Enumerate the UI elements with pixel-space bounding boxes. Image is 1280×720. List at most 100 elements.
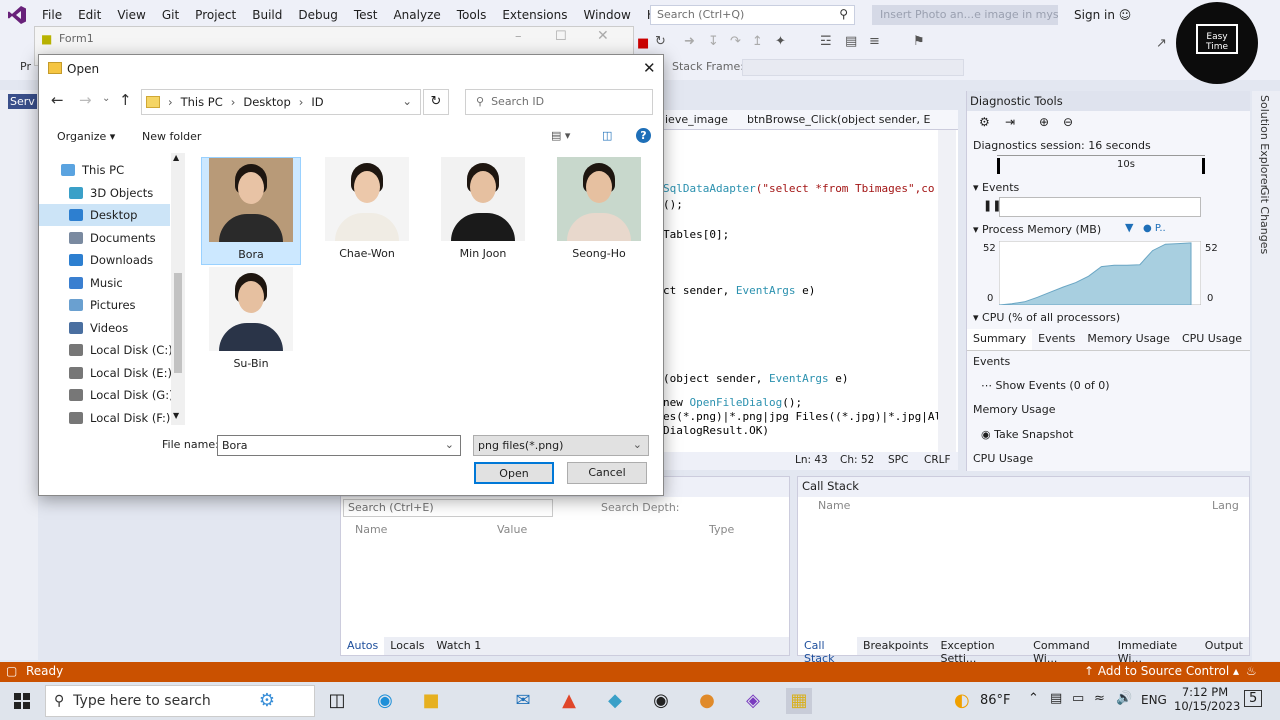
chevron-down-icon[interactable]: ⌄ bbox=[445, 438, 454, 451]
breadcrumb-this-pc[interactable]: This PC bbox=[181, 95, 223, 109]
settings-icon[interactable]: ⚙ bbox=[979, 115, 990, 129]
breadcrumb-id[interactable]: ID bbox=[311, 95, 323, 109]
notifications-icon[interactable]: ♨ bbox=[1246, 664, 1257, 678]
bookmark-icon[interactable]: ⚑ bbox=[913, 34, 925, 49]
diag-tab-memory-usage[interactable]: Memory Usage bbox=[1081, 329, 1176, 350]
callstack-tab-exception-setti-[interactable]: Exception Setti... bbox=[934, 637, 1027, 665]
nav-item-downloads[interactable]: Downloads bbox=[69, 249, 153, 271]
wifi-icon[interactable]: ≈ bbox=[1094, 691, 1105, 706]
git-changes-tab[interactable]: Git Changes bbox=[1258, 187, 1271, 254]
autos-tab-autos[interactable]: Autos bbox=[341, 637, 385, 655]
layout-icon[interactable]: ▤ bbox=[845, 34, 857, 49]
form-app-taskbar-icon[interactable]: ▦ bbox=[786, 688, 812, 714]
server-explorer-tab[interactable]: Serv bbox=[8, 94, 37, 109]
file-name-input[interactable]: Bora ⌄ bbox=[217, 435, 461, 456]
solution-explorer-tab[interactable]: Solution Explorer bbox=[1258, 95, 1271, 189]
nav-item-local-disk-f-[interactable]: Local Disk (F:) bbox=[69, 407, 170, 426]
clock[interactable]: 7:12 PM 10/15/2023 bbox=[1174, 685, 1240, 713]
process-memory-section[interactable]: ▾ Process Memory (MB) bbox=[973, 223, 1101, 236]
callstack-tab-output[interactable]: Output bbox=[1199, 637, 1249, 655]
callstack-tab-breakpoints[interactable]: Breakpoints bbox=[857, 637, 935, 655]
up-icon[interactable]: ↑ bbox=[119, 91, 132, 109]
zoom-in-icon[interactable]: ⊕ bbox=[1039, 115, 1049, 129]
step-over-icon[interactable]: ↷ bbox=[730, 34, 741, 49]
close-icon[interactable]: ✕ bbox=[597, 28, 609, 44]
step-into-icon[interactable]: ↧ bbox=[708, 34, 719, 49]
nav-item-documents[interactable]: Documents bbox=[69, 227, 156, 249]
vs-search-box[interactable]: Search (Ctrl+Q) ⚲ bbox=[650, 5, 855, 25]
nav-item-music[interactable]: Music bbox=[69, 272, 123, 294]
notification-center-icon[interactable]: 5 bbox=[1244, 690, 1263, 707]
help-icon[interactable]: ? bbox=[636, 128, 651, 143]
chevron-down-icon[interactable]: ⌄ bbox=[402, 94, 412, 108]
cpu-section[interactable]: ▾ CPU (% of all processors) bbox=[973, 311, 1120, 324]
open-button[interactable]: Open bbox=[474, 462, 554, 484]
edge-icon[interactable]: ◉ bbox=[372, 688, 398, 714]
diag-tab-events[interactable]: Events bbox=[1032, 329, 1081, 350]
editor-scrollbar[interactable] bbox=[938, 130, 956, 452]
app-icon[interactable]: ◆ bbox=[602, 688, 628, 714]
editor-class-dropdown[interactable]: ieve_image bbox=[665, 113, 728, 126]
diag-tab-summary[interactable]: Summary bbox=[967, 329, 1033, 350]
scroll-up-icon[interactable]: ▲ bbox=[173, 153, 179, 162]
show-next-statement-icon[interactable]: ➜ bbox=[684, 34, 695, 49]
volume-icon[interactable]: 🔊 bbox=[1116, 691, 1132, 706]
file-type-select[interactable]: png files(*.png) ⌄ bbox=[473, 435, 649, 456]
format-icon[interactable]: ≡ bbox=[869, 34, 880, 49]
weather-icon[interactable]: ◐ bbox=[954, 690, 970, 711]
code-editor[interactable]: SqlDataAdapter("select *from Tbimages",c… bbox=[663, 110, 958, 470]
show-hidden-icons[interactable]: ⌃ bbox=[1028, 691, 1039, 706]
file-explorer-icon[interactable]: ■ bbox=[418, 688, 444, 714]
nav-item-videos[interactable]: Videos bbox=[69, 317, 128, 339]
callstack-tab-call-stack[interactable]: Call Stack bbox=[798, 637, 857, 665]
zoom-out-icon[interactable]: ⊖ bbox=[1063, 115, 1073, 129]
obs-icon[interactable]: ◉ bbox=[648, 688, 674, 714]
network-icon[interactable]: ▤ bbox=[1050, 691, 1062, 706]
cancel-button[interactable]: Cancel bbox=[567, 462, 647, 484]
timeline-ruler[interactable]: 10s bbox=[997, 155, 1205, 177]
minimize-icon[interactable]: – bbox=[515, 29, 522, 44]
stack-frame-dropdown[interactable] bbox=[742, 59, 964, 76]
preview-pane-icon[interactable]: ◫ bbox=[602, 129, 612, 142]
app-icon-2[interactable]: ● bbox=[694, 688, 720, 714]
file-min joon[interactable]: Min Joon bbox=[433, 157, 533, 265]
scroll-down-icon[interactable]: ▼ bbox=[173, 411, 179, 420]
take-snapshot-button[interactable]: ◉ Take Snapshot bbox=[981, 428, 1073, 441]
dialog-close-icon[interactable]: ✕ bbox=[643, 59, 656, 77]
nav-item-desktop[interactable]: Desktop bbox=[39, 204, 170, 226]
show-events-link[interactable]: ⋯ Show Events (0 of 0) bbox=[981, 379, 1110, 392]
start-icon[interactable] bbox=[14, 693, 30, 709]
autos-tab-watch-1[interactable]: Watch 1 bbox=[431, 637, 488, 655]
nav-item-local-disk-c-[interactable]: Local Disk (C:) bbox=[69, 339, 173, 361]
file-chae-won[interactable]: Chae-Won bbox=[317, 157, 417, 265]
autos-search[interactable]: Search (Ctrl+E) bbox=[343, 499, 553, 517]
callstack-tab-command-wi-[interactable]: Command Wi... bbox=[1027, 637, 1112, 665]
task-view-icon[interactable]: ◫ bbox=[324, 688, 350, 714]
maximize-icon[interactable]: ☐ bbox=[555, 29, 567, 44]
back-icon[interactable]: ← bbox=[51, 91, 64, 109]
editor-method-dropdown[interactable]: btnBrowse_Click(object sender, E bbox=[747, 113, 930, 126]
nav-item-3d-objects[interactable]: 3D Objects bbox=[69, 182, 153, 204]
breadcrumb-desktop[interactable]: Desktop bbox=[243, 95, 290, 109]
file-bora[interactable]: Bora bbox=[201, 157, 301, 265]
diag-tab-cpu-usage[interactable]: CPU Usage bbox=[1176, 329, 1248, 350]
events-section[interactable]: ▾ Events bbox=[973, 181, 1019, 194]
navigation-scrollbar[interactable]: ▲ ▼ bbox=[171, 153, 185, 425]
new-folder-button[interactable]: New folder bbox=[142, 130, 201, 143]
share-icon[interactable]: ↗ bbox=[1156, 36, 1167, 51]
signin-button[interactable]: Sign in ☺ bbox=[1074, 8, 1131, 22]
organize-button[interactable]: Organize ▾ bbox=[57, 130, 115, 143]
nav-item-this-pc[interactable]: This PC bbox=[61, 159, 124, 181]
file-seong-ho[interactable]: Seong-Ho bbox=[549, 157, 649, 265]
dialog-search-input[interactable]: ⚲ Search ID bbox=[465, 89, 653, 115]
visual-studio-taskbar-icon[interactable]: ◈ bbox=[740, 688, 766, 714]
select-tools-icon[interactable]: ⇥ bbox=[1005, 115, 1015, 129]
nav-item-local-disk-g-[interactable]: Local Disk (G:) bbox=[69, 384, 174, 406]
callstack-tab-immediate-wi-[interactable]: Immediate Wi... bbox=[1112, 637, 1199, 665]
forward-icon[interactable]: → bbox=[79, 91, 92, 109]
battery-icon[interactable]: ▭ bbox=[1072, 691, 1084, 706]
nav-item-local-disk-e-[interactable]: Local Disk (E:) bbox=[69, 362, 172, 384]
address-bar[interactable]: › This PC › Desktop › ID ⌄ bbox=[141, 89, 421, 115]
restart-icon[interactable]: ↻ bbox=[655, 34, 666, 49]
autos-tab-locals[interactable]: Locals bbox=[384, 637, 430, 655]
